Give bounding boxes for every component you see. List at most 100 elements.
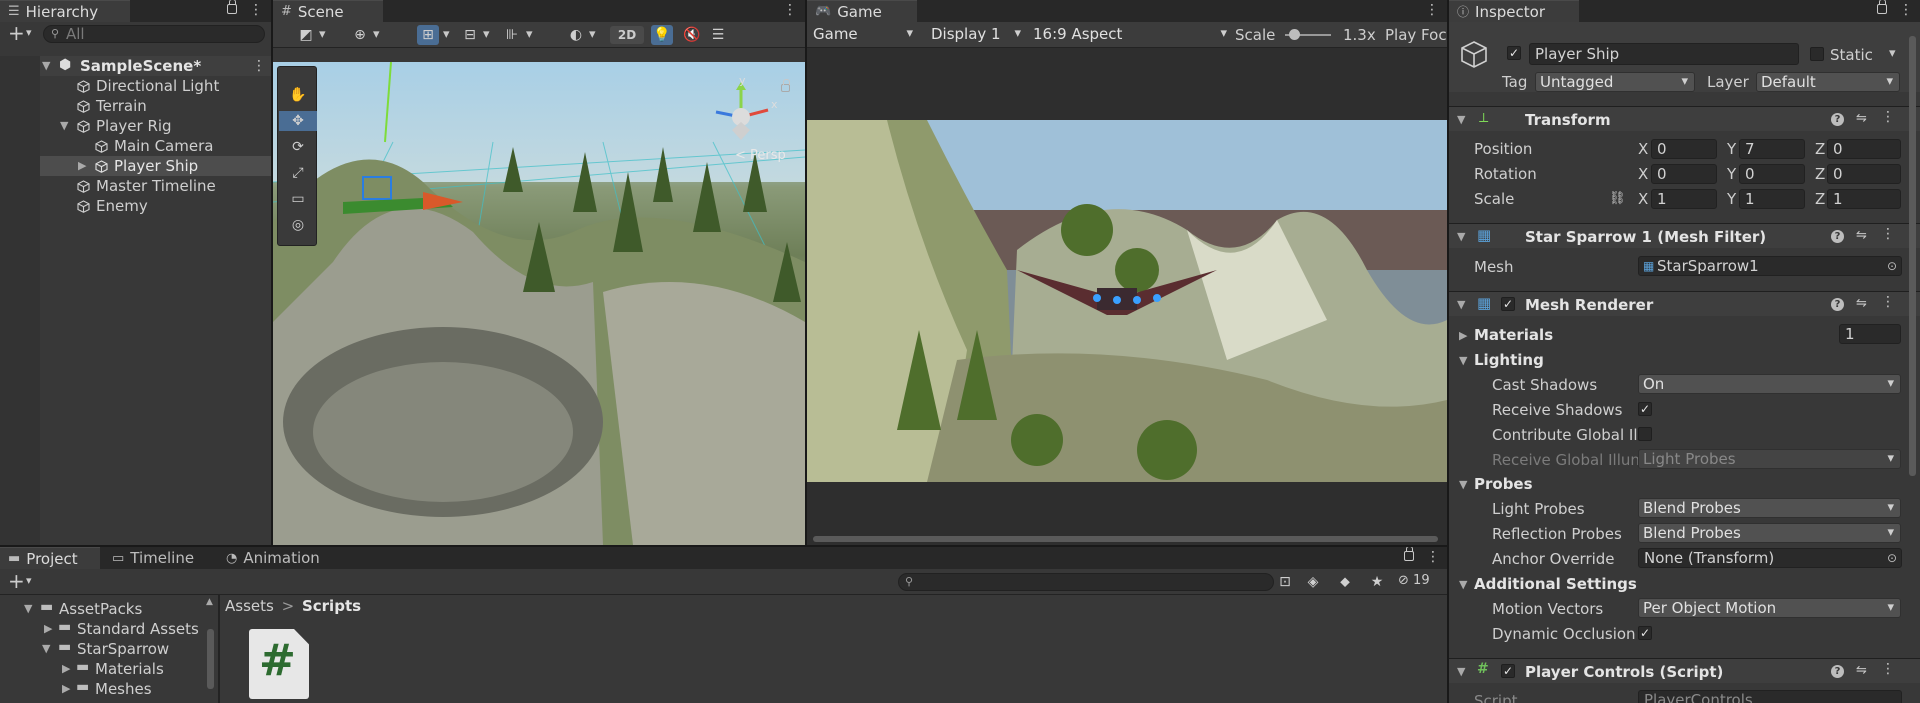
play-focused-dropdown[interactable]: Play Foc: [1385, 26, 1447, 44]
chevron-down-icon[interactable]: ▾: [589, 27, 596, 42]
game-mode-dropdown[interactable]: Game: [809, 25, 919, 45]
probes-label[interactable]: Probes: [1474, 475, 1533, 493]
chevron-down-icon[interactable]: ▾: [319, 27, 326, 42]
additional-settings-label[interactable]: Additional Settings: [1474, 575, 1637, 593]
chevron-down-icon[interactable]: ▾: [483, 27, 490, 42]
scale-slider-handle[interactable]: [1289, 29, 1300, 40]
scene-viewport[interactable]: ✋ ✥ ⟳ ⤢ ▭ ◎ y x < Persp: [273, 62, 805, 545]
foldout-arrow-icon[interactable]: ▼: [1457, 665, 1465, 678]
collapsed-arrow-icon[interactable]: ▶: [78, 159, 86, 172]
chevron-down-icon[interactable]: ▾: [443, 27, 450, 42]
rotation-y-input[interactable]: 0: [1739, 164, 1805, 184]
receive-shadows-checkbox[interactable]: ✓: [1638, 402, 1652, 416]
folder-assetpacks[interactable]: ▼ ▬ AssetPacks: [0, 599, 218, 619]
lighting-label[interactable]: Lighting: [1474, 351, 1544, 369]
reflection-probes-dropdown[interactable]: Blend Probes: [1638, 523, 1901, 543]
folder-standard-assets[interactable]: ▶ ▬ Standard Assets: [0, 619, 218, 639]
tab-project[interactable]: ▬ Project: [0, 547, 100, 569]
hierarchy-item-master-timeline[interactable]: Master Timeline: [0, 176, 271, 196]
folder-starsparrow[interactable]: ▼ ▬ StarSparrow: [0, 639, 218, 659]
mesh-renderer-enabled-checkbox[interactable]: ✓: [1501, 297, 1515, 311]
component-options-icon[interactable]: ⋮: [1881, 109, 1895, 125]
player-controls-header[interactable]: ▼ # ✓ Player Controls (Script) ? ⇋ ⋮: [1449, 658, 1920, 683]
dynamic-occlusion-checkbox[interactable]: ✓: [1638, 626, 1652, 640]
orientation-gizmo[interactable]: y x < Persp: [701, 74, 791, 174]
breadcrumb-scripts[interactable]: Scripts: [302, 597, 361, 615]
rotate-tool-icon[interactable]: ⟳: [287, 137, 309, 157]
lighting-foldout-icon[interactable]: ▼: [1459, 354, 1467, 367]
preset-icon[interactable]: ⇋: [1856, 111, 1867, 126]
help-icon[interactable]: ?: [1831, 230, 1844, 243]
filter-by-type-icon[interactable]: ◈: [1302, 572, 1324, 592]
favorite-star-icon[interactable]: ★: [1366, 572, 1388, 592]
position-z-input[interactable]: 0: [1827, 139, 1901, 159]
scroll-up-icon[interactable]: ▲: [206, 597, 213, 607]
gizmo-lock-icon[interactable]: [781, 79, 790, 92]
more-options-icon[interactable]: ⋮: [1899, 2, 1913, 18]
hierarchy-item-player-ship[interactable]: ▶ Player Ship: [0, 156, 271, 176]
lock-icon[interactable]: [1877, 0, 1887, 14]
scene-options-icon[interactable]: ⋮: [252, 58, 266, 74]
layer-dropdown[interactable]: Default: [1756, 72, 1900, 92]
hierarchy-search-input[interactable]: ⚲ All: [43, 25, 265, 43]
display-dropdown[interactable]: Display 1: [927, 25, 1027, 45]
foldout-arrow-icon[interactable]: ▼: [1457, 230, 1465, 243]
scale-tool-icon[interactable]: ⤢: [287, 163, 309, 183]
hand-tool-icon[interactable]: ✋: [287, 85, 309, 105]
anchor-override-field[interactable]: None (Transform) ⊙: [1638, 548, 1902, 568]
tree-scrollbar[interactable]: ▲: [206, 597, 214, 699]
tab-animation[interactable]: ◔ Animation: [218, 547, 338, 569]
draw-mode-icon[interactable]: ◩: [295, 25, 317, 45]
transform-tool-icon[interactable]: ◎: [287, 215, 309, 235]
object-name-input[interactable]: Player Ship: [1529, 43, 1799, 65]
hidden-packages-toggle[interactable]: ⊘ 19: [1398, 573, 1430, 588]
foldout-arrow-icon[interactable]: ▼: [1457, 113, 1465, 126]
inspector-scrollbar[interactable]: [1909, 36, 1916, 476]
tab-inspector[interactable]: ⓘ Inspector: [1449, 0, 1579, 22]
preset-icon[interactable]: ⇋: [1856, 663, 1867, 678]
light-probes-dropdown[interactable]: Blend Probes: [1638, 498, 1901, 518]
help-icon[interactable]: ?: [1831, 665, 1844, 678]
more-options-icon[interactable]: ⋮: [1426, 549, 1440, 565]
help-icon[interactable]: ?: [1831, 113, 1844, 126]
add-icon[interactable]: +: [8, 569, 25, 593]
chevron-down-icon[interactable]: ▾: [26, 574, 32, 587]
lock-icon[interactable]: [227, 0, 237, 14]
effects-icon[interactable]: ☰: [707, 25, 729, 45]
collapsed-arrow-icon[interactable]: ▶: [44, 622, 52, 635]
script-asset-thumbnail[interactable]: #: [249, 629, 309, 699]
move-tool-icon[interactable]: ✥: [279, 111, 317, 131]
scale-z-input[interactable]: 1: [1827, 189, 1901, 209]
materials-foldout-icon[interactable]: ▶: [1459, 329, 1467, 342]
scale-y-input[interactable]: 1: [1739, 189, 1805, 209]
audio-mute-icon[interactable]: 🔇: [681, 25, 703, 45]
help-icon[interactable]: ?: [1831, 298, 1844, 311]
hierarchy-item-directional-light[interactable]: Directional Light: [0, 76, 271, 96]
player-controls-enabled-checkbox[interactable]: ✓: [1501, 664, 1515, 678]
scale-x-input[interactable]: 1: [1651, 189, 1717, 209]
hierarchy-item-terrain[interactable]: Terrain: [0, 96, 271, 116]
expand-arrow-icon[interactable]: ▼: [60, 119, 68, 132]
folder-meshes[interactable]: ▶ ▬ Meshes: [0, 679, 218, 699]
chevron-down-icon[interactable]: ▾: [526, 27, 533, 42]
preset-icon[interactable]: ⇋: [1856, 228, 1867, 243]
tab-timeline[interactable]: ▭ Timeline: [104, 547, 214, 569]
tab-hierarchy[interactable]: ☰ Hierarchy: [0, 0, 130, 22]
object-picker-icon[interactable]: ⊙: [1887, 549, 1897, 567]
chevron-down-icon[interactable]: ▾: [26, 26, 32, 39]
add-icon[interactable]: +: [8, 22, 25, 44]
motion-vectors-dropdown[interactable]: Per Object Motion: [1638, 598, 1901, 618]
mesh-filter-header[interactable]: ▼ ▦ Star Sparrow 1 (Mesh Filter) ? ⇋ ⋮: [1449, 223, 1920, 248]
more-options-icon[interactable]: ⋮: [1425, 2, 1439, 18]
collapsed-arrow-icon[interactable]: ▶: [62, 682, 70, 695]
constrain-proportions-icon[interactable]: ⛓: [1609, 191, 1626, 206]
globe-icon[interactable]: ⊕: [349, 25, 371, 45]
aspect-dropdown[interactable]: 16:9 Aspect: [1029, 25, 1233, 45]
persp-label[interactable]: < Persp: [735, 148, 786, 163]
project-search-input[interactable]: ⚲: [898, 573, 1274, 591]
mesh-object-field[interactable]: ▦ StarSparrow1 ⊙: [1638, 256, 1902, 276]
search-by-type-icon[interactable]: ⊡: [1274, 572, 1296, 592]
game-viewport[interactable]: [807, 120, 1447, 482]
component-options-icon[interactable]: ⋮: [1881, 661, 1895, 677]
chevron-down-icon[interactable]: ▾: [1889, 46, 1896, 61]
